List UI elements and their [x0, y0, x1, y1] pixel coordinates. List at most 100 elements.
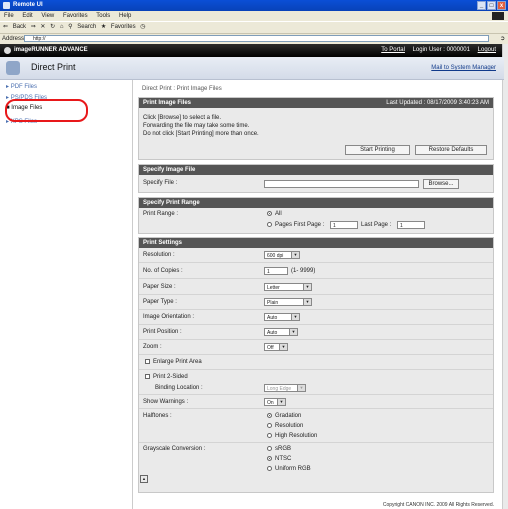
grayscale-uniform-rgb-radio[interactable]: Uniform RGB [267, 466, 311, 472]
menu-edit[interactable]: Edit [22, 13, 32, 19]
device-header: imageRUNNER ADVANCE To Portal Login User… [0, 44, 504, 57]
radio-label: sRGB [275, 446, 292, 452]
mail-link[interactable]: Mail to System Manager [431, 65, 496, 71]
login-user: Login User : 0000001 [412, 47, 470, 53]
radio-icon [267, 222, 272, 227]
binding-select[interactable]: Long Edge ▼ [264, 384, 306, 392]
minimize-button[interactable]: _ [477, 1, 486, 10]
warnings-select[interactable]: On ▼ [264, 398, 286, 406]
print-range-section: Specify Print Range Print Range : All Pa… [138, 197, 494, 234]
range-pages-radio[interactable]: Pages First Page : [267, 222, 324, 228]
halftone-resolution-radio[interactable]: Resolution [267, 423, 303, 429]
browser-toolbar: ⇐ Back ⇒ ✕ ↻ ⌂ ⚲ Search ★ Favorites ◷ [0, 21, 508, 33]
radio-label: Resolution [275, 423, 304, 429]
logout-link[interactable]: Logout [478, 47, 496, 53]
file-path-input[interactable] [264, 180, 419, 188]
select-value: 600 dpi [267, 253, 284, 259]
device-brand: imageRUNNER ADVANCE [14, 47, 88, 53]
back-to-top-icon[interactable]: ▲ [140, 475, 148, 483]
vertical-scrollbar[interactable] [502, 44, 508, 509]
halftone-high-resolution-radio[interactable]: High Resolution [267, 433, 317, 439]
favorites-button[interactable]: ★ Favorites [101, 24, 136, 30]
paper-size-select[interactable]: Letter ▼ [264, 283, 312, 291]
resolution-select[interactable]: 600 dpi ▼ [264, 251, 300, 259]
printer-icon [6, 61, 20, 75]
footer: Copyright CANON INC. 2009 All Rights Res… [0, 500, 504, 509]
radio-icon [267, 433, 272, 438]
divider [139, 262, 493, 263]
print-settings-section: Print Settings Resolution : 600 dpi ▼ No.… [138, 237, 494, 493]
enlarge-checkbox[interactable]: Enlarge Print Area [145, 359, 202, 365]
radio-label: Pages First Page : [275, 222, 325, 228]
stop-icon[interactable]: ✕ [40, 24, 45, 30]
breadcrumb: Direct Print : Print Image Files [142, 86, 222, 92]
home-icon[interactable]: ⌂ [60, 24, 64, 30]
back-button[interactable]: ⇐ Back [3, 24, 26, 30]
chevron-down-icon: ▼ [291, 252, 299, 258]
chevron-down-icon: ▼ [303, 284, 311, 290]
divider [139, 369, 493, 370]
address-input[interactable]: http:// [24, 35, 489, 42]
chevron-down-icon: ▼ [303, 299, 311, 305]
radio-icon [267, 423, 272, 428]
radio-label: Gradation [275, 413, 302, 419]
radio-selected-icon [267, 413, 272, 418]
menu-view[interactable]: View [41, 13, 54, 19]
copies-input[interactable]: 1 [264, 267, 288, 275]
close-button[interactable]: x [497, 1, 506, 10]
chevron-down-icon: ▼ [297, 385, 305, 391]
start-printing-button[interactable]: Start Printing [345, 145, 410, 155]
page-title: Direct Print [31, 62, 76, 72]
last-page-input[interactable]: 1 [397, 221, 425, 229]
menu-favorites[interactable]: Favorites [63, 13, 88, 19]
menu-tools[interactable]: Tools [96, 13, 110, 19]
select-value: On [267, 400, 274, 406]
forward-icon[interactable]: ⇒ [31, 24, 36, 30]
section-title: Print Image Files [143, 100, 192, 106]
go-icon[interactable]: ➲ [500, 34, 505, 44]
history-icon[interactable]: ◷ [140, 24, 145, 30]
divider [139, 309, 493, 310]
last-updated: Last Updated : 08/17/2009 3:40:23 AM [386, 100, 489, 106]
divider [139, 442, 493, 443]
favorites-label: Favorites [110, 24, 136, 30]
maximize-button[interactable]: □ [487, 1, 496, 10]
zoom-label: Zoom : [143, 344, 162, 350]
checkbox-label: Print 2-Sided [153, 374, 188, 380]
restore-defaults-button[interactable]: Restore Defaults [415, 145, 487, 155]
orientation-select[interactable]: Auto ▼ [264, 313, 300, 321]
specify-file-section: Specify Image File Specify File : Browse… [138, 164, 494, 193]
zoom-select[interactable]: Off ▼ [264, 343, 288, 351]
copies-hint: (1- 9999) [291, 268, 316, 274]
window-controls: _ □ x [477, 1, 506, 10]
range-all-radio[interactable]: All [267, 211, 282, 217]
grayscale-ntsc-radio[interactable]: NTSC [267, 456, 291, 462]
address-bar: Address http:// ➲ [0, 33, 508, 44]
grayscale-srgb-radio[interactable]: sRGB [267, 446, 291, 452]
menu-file[interactable]: File [4, 13, 14, 19]
instruction-line: Click [Browse] to select a file. [143, 115, 222, 121]
portal-link[interactable]: To Portal [381, 47, 405, 53]
windows-logo-icon [492, 12, 504, 20]
first-page-input[interactable]: 1 [330, 221, 358, 229]
menu-help[interactable]: Help [119, 13, 131, 19]
print-range-label: Print Range : [143, 211, 179, 217]
sidebar-item-pdf[interactable]: ▸ PDF Files [6, 83, 37, 90]
window-titlebar: Remote UI _ □ x [0, 0, 508, 11]
paper-size-label: Paper Size : [143, 284, 176, 290]
position-select[interactable]: Auto ▼ [264, 328, 298, 336]
search-label: Search [77, 24, 97, 30]
header-links: To Portal Login User : 0000001 Logout [375, 44, 496, 57]
browse-button[interactable]: Browse... [423, 179, 459, 189]
divider [139, 354, 493, 355]
divider [139, 339, 493, 340]
window-title: Remote UI [13, 2, 43, 8]
search-button[interactable]: ⚲ Search [68, 24, 96, 30]
chevron-down-icon: ▼ [279, 344, 287, 350]
paper-type-select[interactable]: Plain ▼ [264, 298, 312, 306]
print-image-section: Print Image Files Last Updated : 08/17/20… [138, 97, 494, 160]
two-sided-checkbox[interactable]: Print 2-Sided [145, 374, 188, 380]
halftone-gradation-radio[interactable]: Gradation [267, 413, 301, 419]
sidebar-label: PDF Files [10, 84, 38, 90]
refresh-icon[interactable]: ↻ [50, 24, 55, 30]
